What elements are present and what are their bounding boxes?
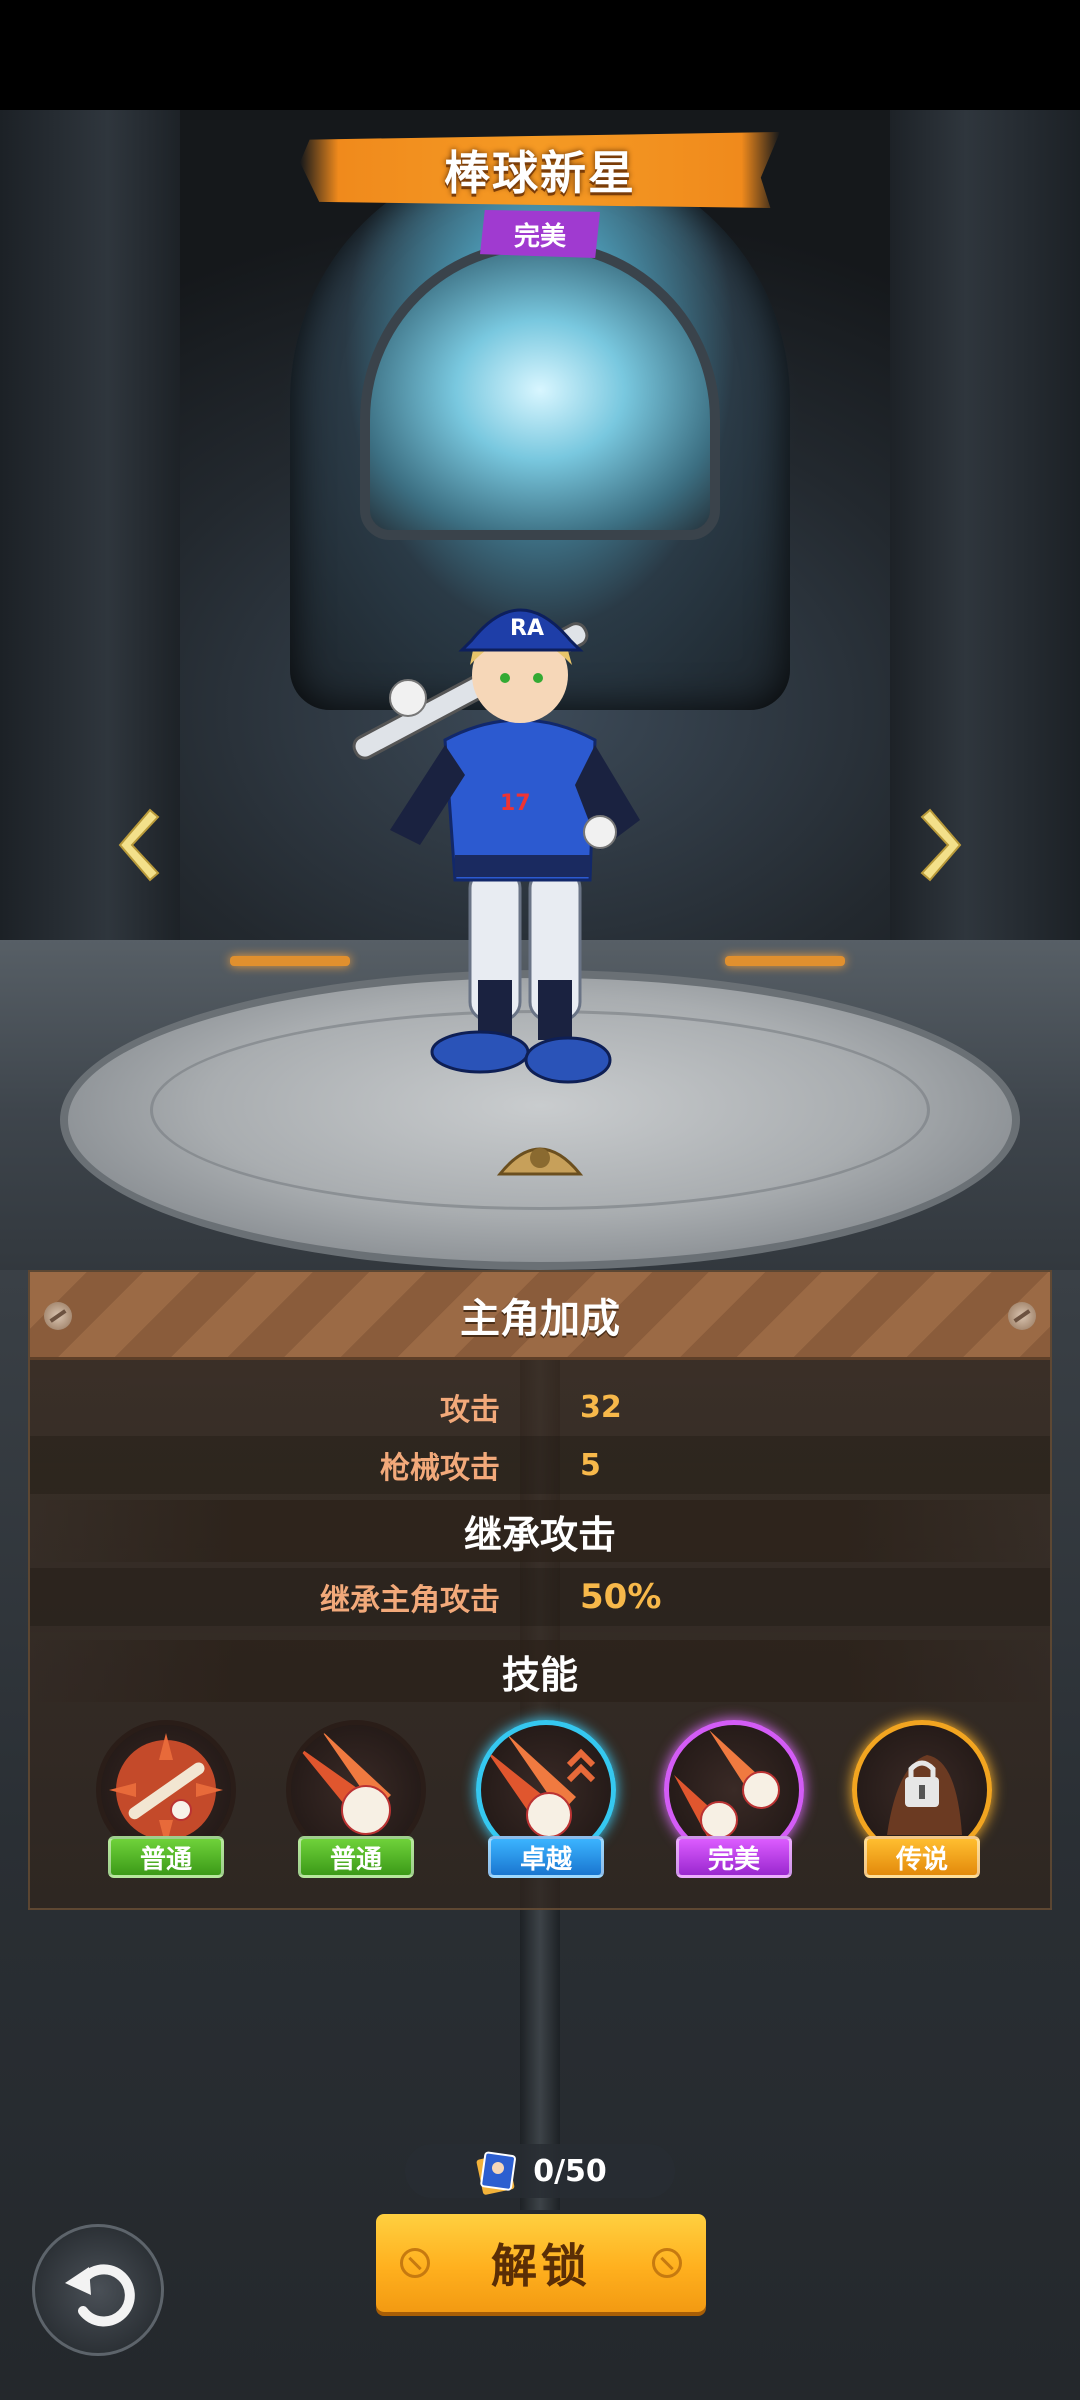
screw-icon [44,1302,72,1330]
skill-slot-4[interactable]: 完美 [664,1720,804,1880]
stat-row-attack: 攻击 32 [30,1378,1050,1436]
chevron-right-icon [920,808,962,882]
fragment-progress: 0/50 [405,2144,675,2198]
unlock-button[interactable]: 解锁 [376,2214,706,2312]
character-name: 棒球新星 [444,146,636,200]
stat-label: 攻击 [440,1393,500,1428]
stat-value: 50% [580,1577,662,1617]
previous-character-button[interactable] [105,800,165,890]
screw-icon [1008,1302,1036,1330]
skill-slot-5[interactable]: 传说 [852,1720,992,1880]
skill-slot-1[interactable]: 普通 [96,1720,236,1880]
stat-row-inherit-attack: 继承主角攻击 50% [30,1568,1050,1626]
undo-arrow-icon [65,2264,135,2327]
status-bar [0,0,1080,110]
stat-value: 5 [580,1447,601,1483]
skill-tier-tag: 普通 [298,1836,414,1878]
stat-label: 枪械攻击 [380,1451,500,1486]
decorative-screw-icon [400,2248,430,2278]
skills-section-title: 技能 [30,1640,1050,1702]
decorative-screw-icon [652,2248,682,2278]
skill-slot-3[interactable]: 卓越 [476,1720,616,1880]
skill-tier-tag: 完美 [676,1836,792,1878]
platform-light [230,956,350,966]
character-rarity: 完美 [513,221,566,252]
stat-value: 32 [580,1389,622,1425]
panel-title: 主角加成 [460,1295,620,1342]
inherit-section-title: 继承攻击 [30,1500,1050,1562]
panel-header: 主角加成 [30,1272,1050,1360]
svg-text:17: 17 [500,791,531,816]
stat-label: 继承主角攻击 [320,1583,500,1618]
game-scene [0,110,1080,2400]
unlock-button-label: 解锁 [491,2239,591,2293]
skill-tier-tag: 卓越 [488,1836,604,1878]
skill-tier-tag: 传说 [864,1836,980,1878]
character-card-icon [476,2151,516,2195]
character-name-banner: 棒球新星 [300,132,780,208]
baseball-player-character: 17 RA [352,608,640,1084]
character-rarity-badge: 完美 [480,210,600,258]
skill-tier-tag: 普通 [108,1836,224,1878]
next-character-button[interactable] [915,800,975,890]
skill-slot-2[interactable]: 普通 [286,1720,426,1880]
platform-light [725,956,845,966]
fragment-count: 0/50 [533,2153,607,2189]
stat-row-gun-attack: 枪械攻击 5 [30,1436,1050,1494]
chevron-left-icon [118,808,160,882]
svg-text:RA: RA [510,616,544,641]
character-emblem-icon [496,1147,584,1176]
back-button[interactable] [32,2224,164,2356]
